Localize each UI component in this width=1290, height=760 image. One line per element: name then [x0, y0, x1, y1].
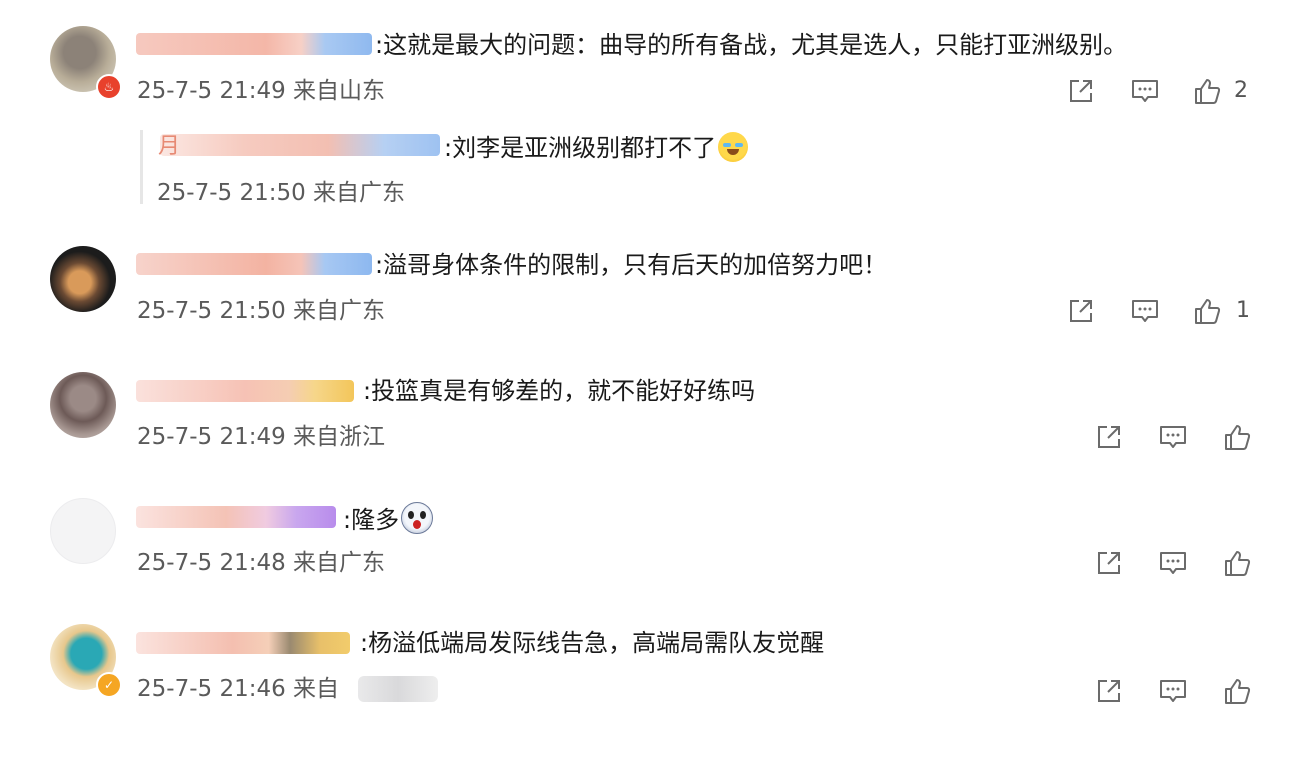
username[interactable]	[136, 253, 372, 275]
avatar[interactable]	[50, 372, 116, 438]
share-icon[interactable]	[1094, 548, 1124, 578]
comment-meta: 25-7-5 21:49 来自山东	[137, 78, 386, 104]
avatar[interactable]	[50, 246, 116, 312]
thumbs-up-icon[interactable]	[1192, 76, 1222, 106]
reply-text: :刘李是亚洲级别都打不了	[444, 132, 749, 163]
reply-meta: 25-7-5 21:50 来自广东	[157, 180, 406, 206]
username[interactable]	[136, 380, 354, 402]
username[interactable]	[136, 33, 372, 55]
username[interactable]	[136, 506, 336, 528]
share-icon[interactable]	[1066, 296, 1096, 326]
comment-icon[interactable]	[1158, 676, 1188, 706]
reply-username[interactable]	[160, 134, 440, 156]
comment-text: :隆多	[343, 502, 434, 535]
reply-text-content: :刘李是亚洲级别都打不了	[444, 134, 717, 162]
reply-divider	[140, 130, 143, 204]
share-icon[interactable]	[1066, 76, 1096, 106]
comment-text: :溢哥身体条件的限制，只有后天的加倍努力吧！	[375, 251, 888, 279]
comment-meta: 25-7-5 21:49 来自浙江	[137, 424, 386, 450]
comment-text: :投篮真是有够差的，就不能好好练吗	[363, 377, 756, 405]
comment-meta: 25-7-5 21:50 来自广东	[137, 298, 386, 324]
share-icon[interactable]	[1094, 676, 1124, 706]
comment-icon[interactable]	[1158, 548, 1188, 578]
comment-text: :这就是最大的问题：曲导的所有备战，尤其是选人，只能打亚洲级别。	[375, 31, 1128, 59]
comment-text: :杨溢低端局发际线告急，高端局需队友觉醒	[360, 629, 825, 657]
share-icon[interactable]	[1094, 422, 1124, 452]
comment-icon[interactable]	[1130, 296, 1160, 326]
comment-icon[interactable]	[1158, 422, 1188, 452]
thumbs-up-icon[interactable]	[1192, 296, 1222, 326]
comment-icon[interactable]	[1130, 76, 1160, 106]
like-count: 2	[1234, 78, 1248, 103]
like-count: 1	[1236, 298, 1250, 323]
avatar[interactable]	[50, 498, 116, 564]
thumbs-up-icon[interactable]	[1222, 548, 1252, 578]
vip-badge-icon: ♨	[96, 74, 122, 100]
thumbs-up-icon[interactable]	[1222, 422, 1252, 452]
location-blurred	[358, 676, 438, 702]
comment-meta: 25-7-5 21:48 来自广东	[137, 550, 386, 576]
reply-username-initial: 月	[158, 134, 181, 159]
verified-badge-icon: ✓	[96, 672, 122, 698]
thumbs-up-icon[interactable]	[1222, 676, 1252, 706]
comment-text-content: :隆多	[343, 506, 400, 534]
username[interactable]	[136, 632, 350, 654]
comment-meta: 25-7-5 21:46 来自	[137, 676, 340, 702]
laugh-cry-emoji-icon	[718, 132, 749, 162]
shocked-emoji-icon	[401, 502, 434, 534]
